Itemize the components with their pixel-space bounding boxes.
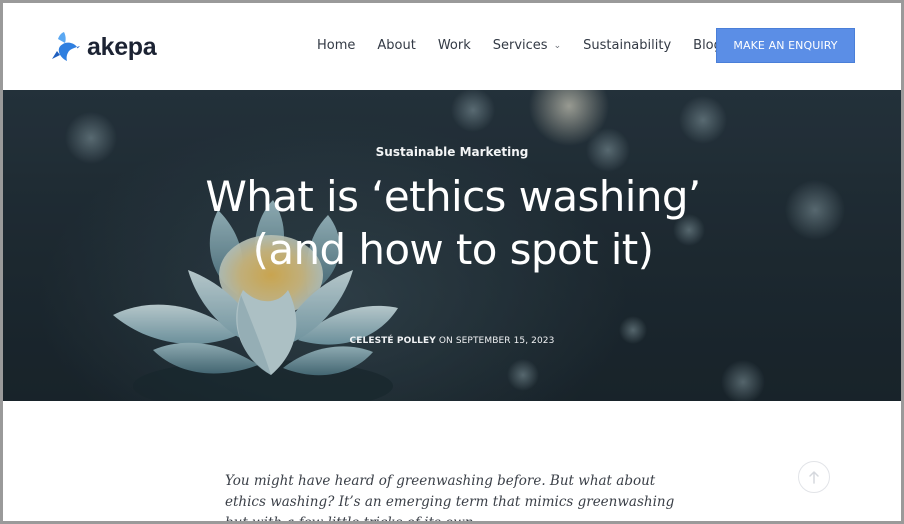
chevron-down-icon: ⌄ [553,41,562,51]
nav-sustainability[interactable]: Sustainability [583,38,671,53]
post-category-link[interactable]: Sustainable Marketing [3,145,901,159]
hero-banner: Sustainable Marketing What is ‘ethics wa… [3,90,901,401]
browser-viewport: akepa Home About Work Services ⌄ Sustaina… [0,0,904,524]
article-intro: You might have heard of greenwashing bef… [225,473,675,524]
post-meta: CELESTÉ POLLEY ON SEPTEMBER 15, 2023 [3,336,901,346]
post-title: What is ‘ethics washing’ (and how to spo… [205,172,701,274]
brand-logo[interactable]: akepa [51,30,157,64]
main-nav: Home About Work Services ⌄ Sustainability… [317,38,722,53]
scroll-to-top-button[interactable] [798,461,830,493]
hummingbird-icon [52,32,80,61]
nav-work[interactable]: Work [438,38,471,53]
site-header: akepa Home About Work Services ⌄ Sustaina… [3,3,901,90]
hero-text: Sustainable Marketing What is ‘ethics wa… [3,90,901,401]
make-enquiry-button[interactable]: MAKE AN ENQUIRY [716,28,855,63]
nav-services[interactable]: Services ⌄ [493,38,561,53]
post-date: ON SEPTEMBER 15, 2023 [438,336,555,346]
nav-home[interactable]: Home [317,38,355,53]
post-author-link[interactable]: CELESTÉ POLLEY [350,336,436,346]
nav-services-label: Services [492,38,548,53]
nav-about[interactable]: About [377,38,415,53]
arrow-up-icon [809,471,819,484]
brand-name: akepa [87,32,157,61]
